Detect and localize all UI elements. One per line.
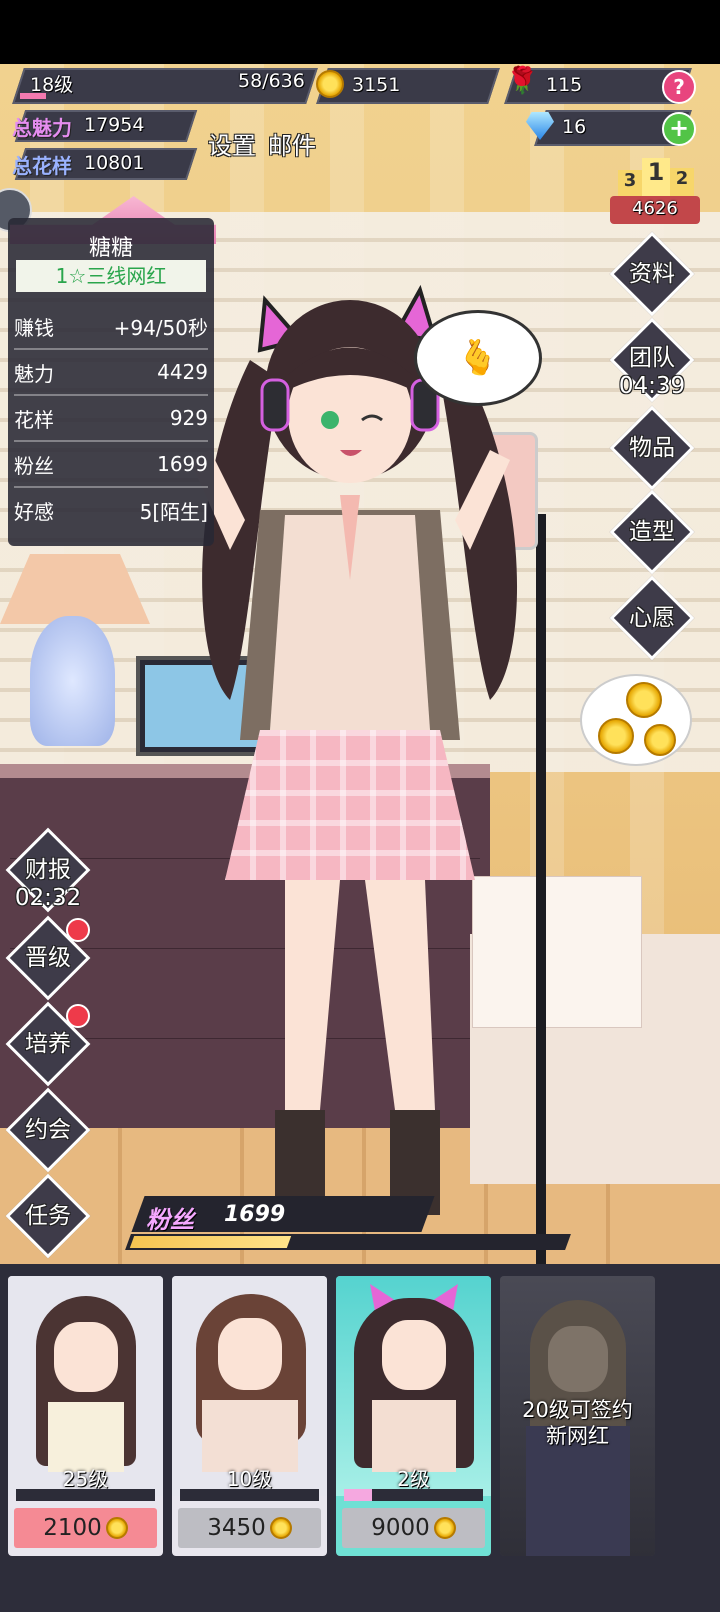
profile-button[interactable]: 资料 bbox=[597, 262, 707, 286]
character-name: 糖糖 bbox=[88, 236, 133, 261]
sign-price-button[interactable]: 3450 bbox=[178, 1508, 321, 1548]
heart-hand-bubble[interactable]: 🫰 bbox=[414, 310, 542, 406]
card-progress bbox=[180, 1489, 319, 1501]
coin-icon bbox=[433, 1517, 456, 1539]
character-tangtang[interactable] bbox=[190, 280, 530, 1240]
total-charm-label: 总魅力 bbox=[12, 116, 72, 140]
sign-price-button[interactable]: 9000 bbox=[342, 1508, 485, 1548]
rank-value: 4626 bbox=[632, 198, 678, 219]
coin-count: 3151 bbox=[352, 74, 401, 96]
vase-lamp bbox=[30, 616, 115, 746]
stat-label: 赚钱 bbox=[14, 315, 54, 340]
character-title-badge: 1☆三线网红 bbox=[16, 260, 206, 292]
price-value: 3450 bbox=[207, 1515, 266, 1541]
coin-icon bbox=[269, 1517, 292, 1539]
price-value: 2100 bbox=[43, 1515, 102, 1541]
train-notification-dot bbox=[66, 1004, 90, 1028]
stat-label: 粉丝 bbox=[14, 453, 54, 478]
add-diamond-button[interactable]: + bbox=[662, 112, 696, 146]
team-timer: 04:39 bbox=[618, 373, 686, 399]
stat-value: 4429 bbox=[157, 360, 208, 384]
promote-button[interactable]: 晋级 bbox=[0, 946, 103, 970]
stat-value: 5[陌生] bbox=[139, 499, 208, 524]
coin-collect-bubble[interactable] bbox=[580, 674, 692, 766]
phone-stand bbox=[536, 514, 546, 1300]
coin-icon bbox=[626, 682, 662, 718]
stat-row-favor: 好感 5[陌生] bbox=[14, 488, 208, 532]
stat-row-fans: 粉丝 1699 bbox=[14, 442, 208, 488]
report-button[interactable]: 财报 bbox=[0, 858, 103, 882]
rose-count: 115 bbox=[546, 74, 583, 96]
card-progress bbox=[344, 1489, 483, 1501]
stat-value: 929 bbox=[169, 406, 208, 430]
card-level: 2级 bbox=[397, 1467, 430, 1491]
tasks-button[interactable]: 任务 bbox=[0, 1204, 103, 1228]
date-button[interactable]: 约会 bbox=[0, 1118, 103, 1142]
card-level: 10级 bbox=[226, 1467, 273, 1491]
exp-label: 58/636 bbox=[238, 70, 305, 92]
stat-row-style: 花样 929 bbox=[14, 396, 208, 442]
settings-button[interactable]: 设置 bbox=[208, 126, 256, 161]
character-info-panel: 糖糖 1☆三线网红 赚钱 +94/50秒 魅力 4429 花样 929 粉丝 1… bbox=[8, 218, 214, 546]
stat-label: 魅力 bbox=[14, 361, 54, 386]
podium-second: 2 bbox=[670, 168, 694, 196]
heart-gesture-icon: 🫰 bbox=[456, 338, 500, 378]
locked-text-line2: 新网红 bbox=[546, 1424, 609, 1448]
rose-icon: 🌹 bbox=[506, 66, 539, 96]
fans-label: 粉丝 bbox=[146, 1206, 194, 1234]
diamond-count: 16 bbox=[562, 116, 587, 138]
promote-notification-dot bbox=[66, 918, 90, 942]
card-progress bbox=[16, 1489, 155, 1501]
total-style-value: 10801 bbox=[84, 152, 145, 174]
coin-icon bbox=[644, 724, 676, 756]
team-button[interactable]: 团队 bbox=[597, 346, 707, 370]
card-level: 25级 bbox=[62, 1467, 109, 1491]
fans-bar: 粉丝 1699 bbox=[125, 1196, 574, 1254]
roster-card-1[interactable]: 25级 2100 bbox=[8, 1276, 163, 1556]
roster-card-2[interactable]: 10级 3450 bbox=[172, 1276, 327, 1556]
items-button[interactable]: 物品 bbox=[597, 436, 707, 460]
level-label: 18级 bbox=[30, 74, 74, 96]
roster-card-3-selected[interactable]: 2级 9000 bbox=[336, 1276, 491, 1556]
total-charm-value: 17954 bbox=[84, 114, 145, 136]
report-timer: 02:32 bbox=[14, 885, 82, 911]
train-button[interactable]: 培养 bbox=[0, 1032, 103, 1056]
coin-icon bbox=[316, 70, 344, 98]
roster-card-locked[interactable]: 20级可签约 新网红 bbox=[500, 1276, 655, 1556]
price-value: 9000 bbox=[371, 1515, 430, 1541]
leaderboard-button[interactable]: 3 1 2 4626 bbox=[610, 158, 706, 228]
stat-value: +94/50秒 bbox=[113, 315, 208, 340]
stat-row-charm: 魅力 4429 bbox=[14, 350, 208, 396]
styling-button[interactable]: 造型 bbox=[597, 520, 707, 544]
stat-label: 好感 bbox=[14, 499, 54, 524]
total-style-label: 总花样 bbox=[12, 154, 72, 178]
sign-price-button[interactable]: 2100 bbox=[14, 1508, 157, 1548]
help-button[interactable]: ? bbox=[662, 70, 696, 104]
fans-progress-fill bbox=[129, 1236, 292, 1248]
coin-icon bbox=[105, 1517, 128, 1539]
podium-first: 1 bbox=[642, 158, 670, 196]
stat-value: 1699 bbox=[157, 452, 208, 476]
stat-label: 花样 bbox=[14, 407, 54, 432]
podium-third: 3 bbox=[618, 170, 642, 196]
mail-button[interactable]: 邮件 bbox=[268, 126, 316, 161]
fans-value: 1699 bbox=[224, 1202, 286, 1227]
coin-icon bbox=[598, 718, 634, 754]
wish-button[interactable]: 心愿 bbox=[597, 606, 707, 630]
stat-row-earn: 赚钱 +94/50秒 bbox=[14, 304, 208, 350]
